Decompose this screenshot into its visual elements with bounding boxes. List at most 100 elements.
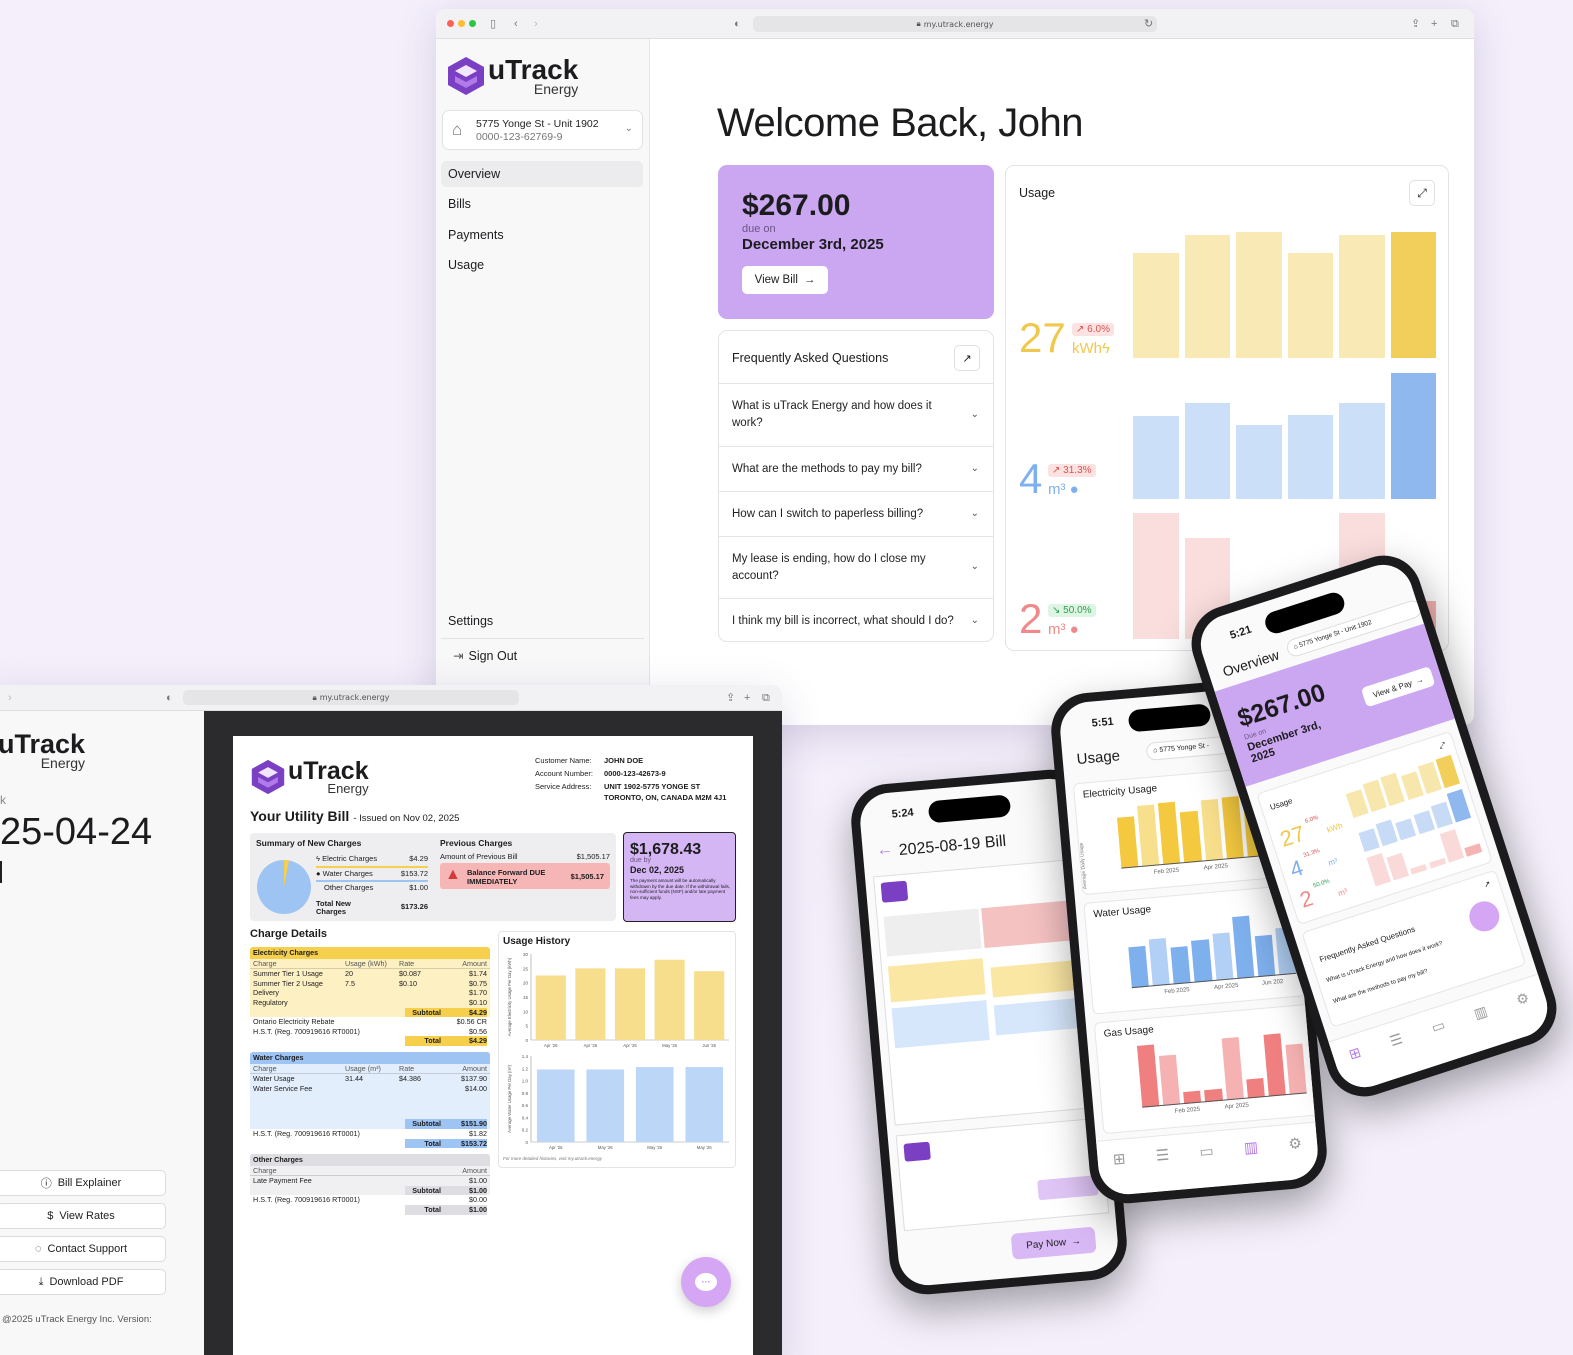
browser-toolbar: › ◐ 🔒︎ my.utrack.energy ⇪ + ⧉ bbox=[0, 685, 782, 711]
x-tick-label: Apr '26 bbox=[544, 1043, 558, 1048]
nav-payments[interactable]: Payments bbox=[441, 222, 643, 248]
nav-overview[interactable]: Overview bbox=[441, 161, 643, 187]
download-pdf-button[interactable]: ⤓ Download PDF bbox=[0, 1269, 166, 1295]
tab-usage-icon[interactable]: ▥ bbox=[1472, 1003, 1498, 1050]
phone-account-label: 5775 Yonge St - bbox=[1159, 742, 1210, 754]
gas-unit-label: m³ bbox=[1048, 621, 1066, 638]
view-rates-button[interactable]: $ View Rates bbox=[0, 1203, 166, 1229]
table-cell: Regulatory bbox=[253, 997, 288, 1007]
faq-item[interactable]: What are the methods to pay my bill? ⌄ bbox=[719, 446, 993, 491]
phone-elec-change: 6.0% bbox=[1304, 814, 1320, 825]
usage-bar bbox=[1184, 403, 1230, 499]
view-bill-button[interactable]: View Bill → bbox=[742, 266, 828, 294]
faq-item[interactable]: My lease is ending, how do I close my ac… bbox=[719, 536, 993, 598]
tick-label: 0 bbox=[525, 1038, 528, 1043]
utrack-logo[interactable]: uTrack Energy bbox=[0, 731, 85, 771]
nav-bills[interactable]: Bills bbox=[441, 191, 643, 217]
dynamic-island bbox=[1127, 703, 1212, 733]
new-tab-icon[interactable]: + bbox=[1431, 16, 1437, 32]
contact-support-button[interactable]: ◌ Contact Support bbox=[0, 1236, 166, 1262]
table-title: Electricity Charges bbox=[250, 947, 490, 959]
total-row: Total $153.72 bbox=[250, 1138, 490, 1149]
table-cell: $4.386 bbox=[399, 1074, 421, 1084]
history-bar bbox=[614, 968, 646, 1040]
chevron-down-icon: ⌄ bbox=[624, 123, 633, 134]
subtotal-row: Subtotal $1.00 bbox=[250, 1185, 490, 1196]
arrow-right-icon: → bbox=[1414, 674, 1425, 686]
warning-icon: ▲ bbox=[445, 866, 461, 883]
table-header: Charge Usage (m³) Rate Amount bbox=[250, 1064, 490, 1075]
usage-bar bbox=[1148, 937, 1170, 987]
address-bar[interactable]: 🔒︎ my.utrack.energy bbox=[753, 16, 1157, 32]
expand-icon[interactable]: ⤢ bbox=[1438, 740, 1447, 751]
open-external-icon[interactable]: ↗ bbox=[954, 345, 980, 371]
shield-icon: ◐ bbox=[734, 18, 741, 30]
chat-bubble-icon: ··· bbox=[695, 1273, 717, 1291]
phone-elec-value: 27 bbox=[1276, 820, 1308, 852]
bill-issued: - Issued on Nov 02, 2025 bbox=[353, 813, 460, 824]
forward-icon[interactable]: › bbox=[534, 16, 538, 32]
tabs-overview-icon[interactable]: ⧉ bbox=[1451, 16, 1459, 32]
close-window-dot[interactable] bbox=[447, 20, 454, 27]
table-cell: $1.00 bbox=[469, 1176, 487, 1186]
tab-overview-icon[interactable]: ⊞ bbox=[1347, 1044, 1372, 1090]
charge-details-title: Charge Details bbox=[250, 928, 328, 940]
reload-icon[interactable]: ↻ bbox=[1144, 16, 1153, 32]
tab-usage-icon[interactable]: ▥ bbox=[1243, 1138, 1261, 1184]
share-icon[interactable]: ⇪ bbox=[726, 690, 735, 706]
table-cell: Rate bbox=[399, 958, 415, 968]
lock-icon: 🔒︎ bbox=[916, 19, 921, 28]
due-by-label: due by bbox=[630, 857, 652, 864]
table-cell bbox=[399, 1084, 445, 1094]
minimize-window-dot[interactable] bbox=[458, 20, 465, 27]
tabs-overview-icon[interactable]: ⧉ bbox=[762, 690, 770, 706]
usage-bar bbox=[1358, 828, 1380, 853]
utrack-logo[interactable]: uTrack Energy bbox=[446, 55, 578, 97]
table-cell: Water Service Fee bbox=[253, 1083, 313, 1093]
tab-payments-icon[interactable]: ▭ bbox=[1199, 1142, 1217, 1188]
faq-item[interactable]: What is uTrack Energy and how does it wo… bbox=[719, 383, 993, 446]
share-icon[interactable]: ⇪ bbox=[1411, 16, 1420, 32]
chat-fab[interactable]: ··· bbox=[681, 1257, 731, 1307]
tab-settings-icon[interactable]: ⚙ bbox=[1514, 989, 1540, 1036]
water-unit: m³ ● bbox=[1048, 481, 1079, 498]
x-label: Feb 2025 bbox=[1174, 1106, 1201, 1115]
usage-bar bbox=[1236, 424, 1282, 499]
nav-usage[interactable]: Usage bbox=[441, 252, 643, 278]
tab-payments-icon[interactable]: ▭ bbox=[1429, 1016, 1455, 1063]
tab-overview-icon[interactable]: ⊞ bbox=[1112, 1149, 1128, 1195]
tick-label: 1.2 bbox=[522, 1066, 529, 1071]
faq-item[interactable]: I think my bill is incorrect, what shoul… bbox=[719, 598, 993, 641]
extra-label: Ontario Electricity Rebate bbox=[253, 1017, 335, 1027]
table-header: Charge Usage (kWh) Rate Amount bbox=[250, 959, 490, 970]
back-arrow-icon[interactable]: ← bbox=[876, 841, 894, 860]
table-cell: 20 bbox=[345, 969, 353, 979]
forward-icon[interactable]: › bbox=[8, 690, 12, 706]
account-selector[interactable]: ⌂ 5775 Yonge St - Unit 1902 0000-123-627… bbox=[442, 110, 643, 150]
tab-bills-icon[interactable]: ☰ bbox=[1388, 1030, 1414, 1077]
open-external-icon[interactable]: ↗ bbox=[1483, 879, 1492, 890]
extra-value: $0.56 bbox=[469, 1026, 487, 1036]
back-icon[interactable]: ‹ bbox=[514, 16, 518, 32]
water-unit-label: m³ bbox=[1048, 481, 1066, 498]
back-label[interactable]: k bbox=[0, 793, 6, 807]
tab-settings-icon[interactable]: ⚙ bbox=[1288, 1134, 1305, 1180]
bill-explainer-button[interactable]: ⓘ Bill Explainer bbox=[0, 1170, 166, 1196]
tab-bills-icon[interactable]: ☰ bbox=[1155, 1146, 1172, 1192]
view-and-pay-button[interactable]: View & Pay → bbox=[1360, 666, 1436, 708]
zoom-window-dot[interactable] bbox=[469, 20, 476, 27]
new-tab-icon[interactable]: + bbox=[744, 690, 750, 706]
contact-support-label: Contact Support bbox=[47, 1243, 128, 1255]
bill-date-heading: 25-04-24 bbox=[0, 811, 153, 853]
expand-icon[interactable]: ⤢ bbox=[1409, 180, 1435, 206]
nav-sign-out[interactable]: ⇥ Sign Out bbox=[441, 643, 643, 669]
usage-bar bbox=[1133, 415, 1179, 499]
nav-settings[interactable]: Settings bbox=[441, 608, 643, 634]
summary-value: $1.00 bbox=[409, 883, 428, 892]
bill-title: Your Utility Bill bbox=[250, 808, 350, 824]
address-bar[interactable]: 🔒︎ my.utrack.energy bbox=[183, 690, 519, 705]
pay-now-button[interactable]: Pay Now → bbox=[1010, 1226, 1097, 1260]
sidebar-toggle-icon[interactable]: ▯ bbox=[490, 16, 496, 32]
gas-usage-bars bbox=[1136, 1032, 1307, 1108]
faq-item[interactable]: How can I switch to paperless billing? ⌄ bbox=[719, 491, 993, 536]
